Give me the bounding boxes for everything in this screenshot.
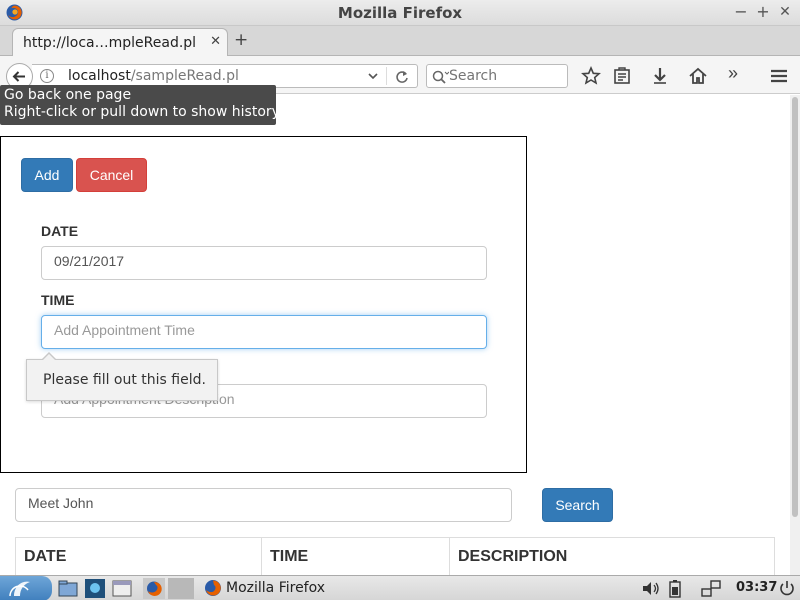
page-scrollbar[interactable] — [790, 95, 800, 575]
validation-arrow-inner — [42, 354, 56, 361]
search-button[interactable]: Search — [542, 488, 613, 522]
scrollbar-thumb[interactable] — [792, 97, 798, 517]
time-label: TIME — [41, 292, 75, 308]
time-placeholder: Add Appointment Time — [54, 322, 195, 338]
bookmark-star-icon[interactable] — [580, 65, 602, 87]
back-button-tooltip: Go back one page Right-click or pull dow… — [0, 85, 280, 125]
maximize-button[interactable]: + — [754, 3, 772, 21]
new-tab-button[interactable]: + — [234, 30, 248, 50]
close-tab-icon[interactable]: ✕ — [210, 34, 221, 49]
search-bar-input[interactable] — [449, 67, 563, 85]
page-viewport: Add Cancel DATE 09/21/2017 TIME Add Appo… — [0, 95, 790, 575]
tab-label: http://loca…mpleRead.pl — [23, 35, 197, 51]
column-header-description: DESCRIPTION — [458, 548, 568, 565]
url-path: /sampleRead.pl — [130, 68, 239, 84]
search-bar[interactable] — [426, 64, 568, 88]
volume-icon[interactable] — [640, 578, 662, 599]
time-field[interactable]: Add Appointment Time — [41, 315, 487, 349]
appointment-search-input[interactable]: Meet John — [15, 488, 512, 522]
file-manager-icon[interactable] — [57, 578, 79, 599]
downloads-icon[interactable] — [649, 65, 671, 87]
taskbar: Mozilla Firefox 03:37 — [0, 575, 800, 600]
appointment-form-panel: Add Cancel DATE 09/21/2017 TIME Add Appo… — [0, 136, 527, 473]
validation-popup: Please fill out this field. — [26, 352, 218, 401]
window-title: Mozilla Firefox — [337, 4, 463, 22]
url-text[interactable]: localhost/sampleRead.pl — [68, 68, 239, 84]
tab-sample-read[interactable]: http://loca…mpleRead.pl ✕ — [12, 28, 228, 57]
column-header-time: TIME — [262, 538, 450, 575]
close-window-button[interactable]: ✕ — [776, 3, 794, 21]
task-label: Mozilla Firefox — [226, 580, 326, 596]
tooltip-line-1: Go back one page — [4, 87, 132, 103]
url-host: localhost — [68, 68, 131, 84]
search-icon — [432, 70, 449, 84]
firefox-task-icon — [205, 580, 221, 596]
overflow-chevron-icon[interactable]: » — [728, 63, 750, 85]
validation-message: Please fill out this field. — [43, 372, 206, 388]
date-field[interactable]: 09/21/2017 — [41, 246, 487, 280]
reading-list-icon[interactable] — [611, 65, 633, 87]
reload-icon[interactable] — [393, 68, 411, 86]
date-label: DATE — [41, 223, 79, 239]
site-info-icon[interactable]: i — [40, 69, 54, 83]
power-icon[interactable] — [776, 578, 798, 599]
add-button[interactable]: Add — [21, 158, 73, 192]
start-logo-icon — [9, 581, 30, 597]
url-separator — [386, 67, 387, 85]
network-icon[interactable] — [700, 578, 722, 599]
url-history-dropdown-icon[interactable] — [367, 69, 379, 83]
window-titlebar: Mozilla Firefox − + ✕ — [0, 0, 800, 26]
tab-strip: http://loca…mpleRead.pl ✕ + — [0, 26, 800, 57]
cancel-button[interactable]: Cancel — [76, 158, 147, 192]
column-header-date: DATE — [16, 538, 262, 575]
home-icon[interactable] — [687, 65, 709, 87]
tooltip-line-2: Right-click or pull down to show history — [4, 104, 280, 120]
appointments-table: DATE TIME DESCRIPTION — [15, 537, 775, 575]
firefox-launcher-icon[interactable] — [143, 578, 165, 599]
window-app-icon[interactable] — [111, 578, 133, 599]
network-app-icon[interactable] — [84, 578, 106, 599]
battery-icon[interactable] — [664, 578, 686, 599]
hamburger-menu-icon[interactable] — [768, 65, 790, 87]
empty-launcher-slot[interactable] — [168, 578, 194, 599]
clock: 03:37 — [736, 580, 778, 595]
taskbar-task-firefox[interactable]: Mozilla Firefox — [200, 577, 330, 600]
start-menu-button[interactable] — [0, 576, 52, 600]
minimize-button[interactable]: − — [732, 3, 750, 21]
